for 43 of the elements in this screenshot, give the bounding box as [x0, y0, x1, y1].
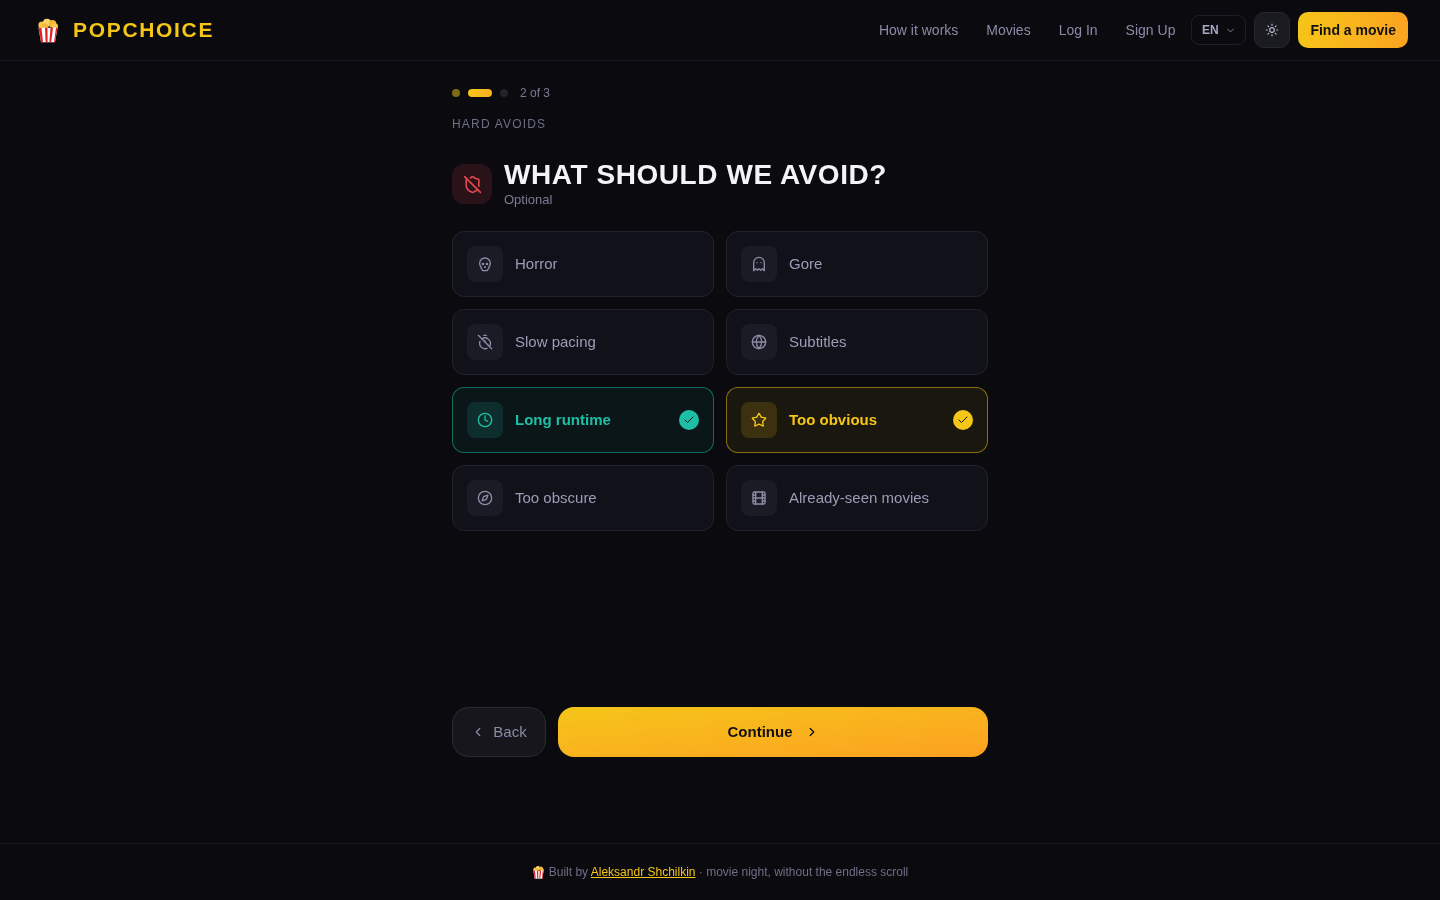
option-label: Already-seen movies — [789, 487, 930, 508]
step-subtitle: Optional — [504, 192, 553, 208]
crossed-timer-icon — [467, 324, 503, 360]
nav-link[interactable]: Log In — [1058, 19, 1098, 41]
option-label: Long runtime — [515, 409, 611, 430]
crossed-shield-icon — [452, 164, 492, 204]
back-button[interactable]: Back — [452, 707, 546, 757]
step-eyebrow: HARD AVOIDS — [452, 116, 547, 132]
step-counter: 2 of 3 — [520, 87, 551, 99]
avoid-option-card[interactable]: Gore — [726, 231, 988, 297]
option-label: Gore — [789, 253, 823, 274]
avoid-option-card[interactable]: Subtitles — [726, 309, 988, 375]
avoid-option-card[interactable]: Long runtime — [452, 387, 714, 453]
nav-link[interactable]: Movies — [986, 19, 1031, 41]
option-label: Horror — [515, 253, 558, 274]
language-dropdown[interactable]: EN — [1191, 15, 1247, 45]
footer-credit: Built by Aleksandr Shchilkin · movie night, without the endless scroll — [548, 864, 909, 881]
avoid-option-card[interactable]: Slow pacing — [452, 309, 714, 375]
skull-icon — [467, 246, 503, 282]
compass-icon — [467, 480, 503, 516]
option-label: Slow pacing — [515, 331, 596, 352]
author-link[interactable]: Aleksandr Shchilkin — [590, 865, 696, 879]
popcorn-icon — [531, 864, 545, 880]
continue-button[interactable]: Continue — [558, 707, 988, 757]
avoid-option-card[interactable]: Too obscure — [452, 465, 714, 531]
theme-toggle-button[interactable] — [1254, 12, 1291, 48]
avoid-option-card[interactable]: Already-seen movies — [726, 465, 988, 531]
option-label: Subtitles — [789, 331, 847, 352]
avoid-option-card[interactable]: Too obvious — [726, 387, 988, 453]
avoid-option-card[interactable]: Horror — [452, 231, 714, 297]
option-label: Too obvious — [789, 409, 878, 430]
film-icon — [741, 480, 777, 516]
globe-icon — [741, 324, 777, 360]
option-label: Too obscure — [515, 487, 597, 508]
popcorn-logo-icon — [36, 16, 60, 44]
sun-icon — [1265, 23, 1280, 37]
nav-link[interactable]: How it works — [878, 19, 959, 41]
logo-wordmark[interactable]: POPCHOICE — [73, 19, 215, 41]
nav-link[interactable]: Sign Up — [1125, 19, 1176, 41]
clock-icon — [467, 402, 503, 438]
find-movie-button[interactable]: Find a movie — [1298, 12, 1408, 48]
step-title: WHAT SHOULD WE AVOID? — [504, 158, 887, 192]
ghost-icon — [741, 246, 777, 282]
